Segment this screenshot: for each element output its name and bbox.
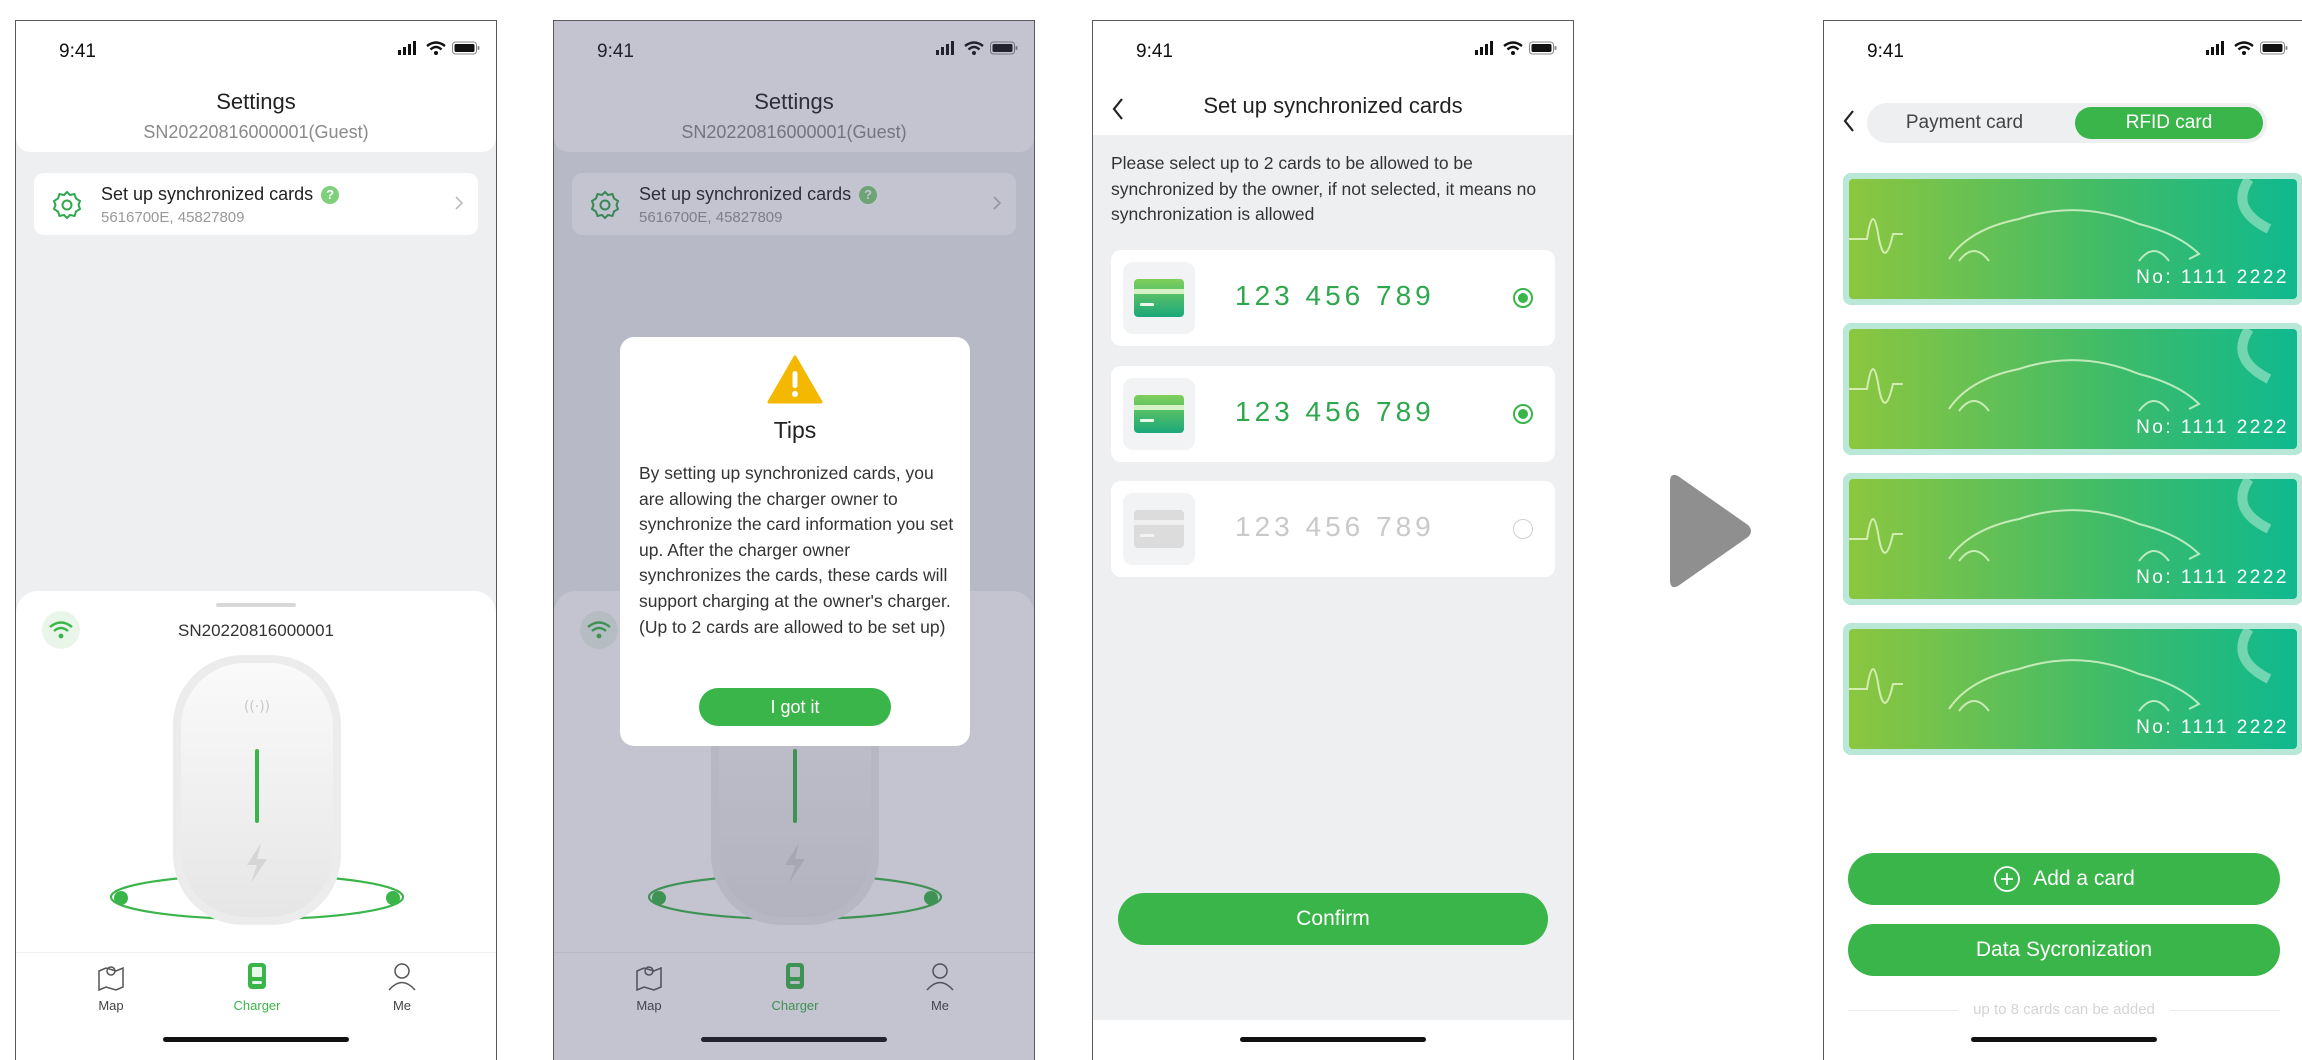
page-title: Settings bbox=[216, 89, 296, 114]
svg-text:((·)): ((·)) bbox=[244, 699, 270, 715]
rfid-card-number: No: 1111 2222 bbox=[2136, 717, 2289, 738]
person-icon bbox=[388, 963, 416, 991]
phone-rfid-cards: 9:41 Payment card RFID card No: 1111 222… bbox=[1823, 20, 2302, 1060]
gear-icon bbox=[52, 190, 82, 220]
charger-serial: SN20220816000001 bbox=[178, 621, 334, 640]
back-icon[interactable] bbox=[1842, 109, 1856, 133]
card-option[interactable]: 123 456 789 bbox=[1111, 366, 1555, 462]
card-icon bbox=[1123, 378, 1195, 450]
sheet-handle[interactable] bbox=[216, 603, 296, 607]
charger-device-image: ((·)) bbox=[109, 655, 405, 925]
page-title: Set up synchronized cards bbox=[1203, 93, 1463, 118]
status-time: 9:41 bbox=[59, 41, 96, 62]
card-number: 123 456 789 bbox=[1235, 280, 1435, 311]
sync-description: Please select up to 2 cards to be allowe… bbox=[1111, 153, 1537, 224]
wifi-icon bbox=[1503, 41, 1523, 55]
battery-icon bbox=[1529, 41, 1557, 55]
card-option[interactable]: 123 456 789 bbox=[1111, 250, 1555, 346]
rfid-card[interactable]: No: 1111 2222 bbox=[1843, 473, 2302, 605]
data-sync-button[interactable]: Data Sycronization bbox=[1848, 924, 2280, 976]
help-icon[interactable]: ? bbox=[321, 185, 340, 204]
sync-cards-value: 5616700E, 45827809 bbox=[101, 209, 245, 226]
rfid-card[interactable]: No: 1111 2222 bbox=[1843, 173, 2302, 305]
signal-icon bbox=[398, 41, 416, 55]
status-bar: 9:41 bbox=[16, 21, 496, 81]
signal-icon bbox=[2206, 41, 2224, 55]
tab-map[interactable]: Map bbox=[66, 961, 156, 1013]
tab-charger-label: Charger bbox=[233, 998, 281, 1013]
charger-icon bbox=[248, 963, 266, 989]
rfid-card-number: No: 1111 2222 bbox=[2136, 417, 2289, 438]
chevron-right-icon bbox=[455, 196, 464, 210]
status-time: 9:41 bbox=[1867, 41, 1904, 62]
tab-map-label: Map bbox=[98, 998, 124, 1013]
status-bar: 9:41 bbox=[1824, 21, 2302, 81]
tips-dialog: Tips By setting up synchronized cards, y… bbox=[620, 337, 970, 746]
phone-sync-cards: 9:41 Set up synchronized cards Please se… bbox=[1092, 20, 1574, 1060]
card-number: 123 456 789 bbox=[1235, 511, 1435, 542]
home-indicator bbox=[1971, 1037, 2157, 1042]
confirm-button[interactable]: Confirm bbox=[1118, 893, 1548, 945]
map-icon bbox=[98, 966, 124, 992]
rfid-card-number: No: 1111 2222 bbox=[2136, 567, 2289, 588]
sync-cards-row[interactable]: Set up synchronized cards? 5616700E, 458… bbox=[34, 173, 478, 235]
card-limit-hint: up to 8 cards can be added bbox=[1848, 1001, 2280, 1018]
tab-rfid-card[interactable]: RFID card bbox=[2075, 107, 2263, 139]
wifi-icon bbox=[2234, 41, 2254, 55]
tab-me[interactable]: Me bbox=[357, 961, 447, 1013]
status-bar: 9:41 bbox=[1093, 21, 1573, 81]
home-indicator bbox=[1240, 1037, 1426, 1042]
rfid-card[interactable]: No: 1111 2222 bbox=[1843, 323, 2302, 455]
card-icon bbox=[1123, 493, 1195, 565]
rfid-card-number: No: 1111 2222 bbox=[2136, 267, 2289, 288]
card-radio[interactable] bbox=[1513, 288, 1533, 308]
battery-icon bbox=[2260, 41, 2288, 55]
tips-title: Tips bbox=[773, 417, 817, 443]
phone-settings-tips: 9:41 Settings SN20220816000001(Guest) Se… bbox=[553, 20, 1035, 1060]
settings-header: 9:41 Settings SN20220816000001(Guest) bbox=[16, 21, 496, 152]
device-label: SN20220816000001(Guest) bbox=[143, 122, 369, 142]
tab-me-label: Me bbox=[392, 998, 412, 1013]
tab-charger[interactable]: Charger bbox=[212, 961, 302, 1013]
tips-body: By setting up synchronized cards, you ar… bbox=[639, 463, 954, 637]
warning-icon bbox=[767, 355, 823, 404]
rfid-card[interactable]: No: 1111 2222 bbox=[1843, 623, 2302, 755]
card-number: 123 456 789 bbox=[1235, 396, 1435, 427]
phone-settings: 9:41 Settings SN20220816000001(Guest) Se… bbox=[15, 20, 497, 1060]
got-it-button[interactable]: I got it bbox=[699, 688, 891, 726]
sync-cards-title: Set up synchronized cards bbox=[101, 184, 314, 204]
tab-bar: Map Charger Me bbox=[16, 952, 496, 1060]
tab-payment-card[interactable]: Payment card bbox=[1867, 103, 2062, 143]
status-time: 9:41 bbox=[1136, 41, 1173, 62]
play-arrow-icon bbox=[1670, 474, 1751, 588]
card-type-switch: Payment card RFID card bbox=[1867, 103, 2267, 143]
signal-icon bbox=[1475, 41, 1493, 55]
add-card-button[interactable]: Add a card bbox=[1848, 853, 2280, 905]
card-radio[interactable] bbox=[1513, 404, 1533, 424]
card-radio[interactable] bbox=[1513, 519, 1533, 539]
nav-bar: 9:41 Set up synchronized cards bbox=[1093, 21, 1573, 135]
home-indicator bbox=[163, 1037, 349, 1042]
add-card-label: Add a card bbox=[2033, 867, 2135, 890]
plus-circle-icon bbox=[1994, 866, 2021, 892]
card-icon bbox=[1123, 262, 1195, 334]
card-option[interactable]: 123 456 789 bbox=[1111, 481, 1555, 577]
wifi-icon bbox=[426, 41, 446, 55]
battery-icon bbox=[452, 41, 480, 55]
